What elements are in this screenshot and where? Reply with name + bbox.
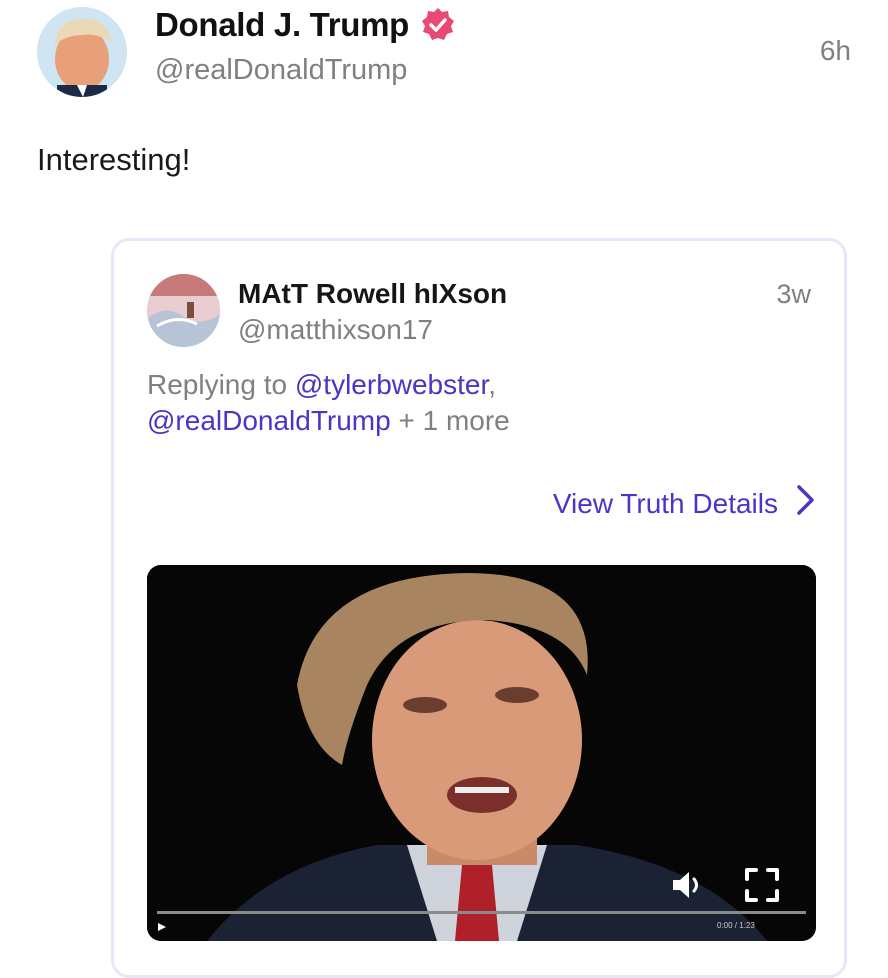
view-truth-details-link[interactable]: View Truth Details [553,484,816,523]
volume-icon[interactable] [669,867,705,903]
play-icon[interactable] [157,919,167,931]
quoted-author-handle[interactable]: @matthixson17 [238,314,433,346]
replying-to-line: Replying to @tylerbwebster, [147,369,496,401]
mention-link-realdonaldtrump[interactable]: @realDonaldTrump [147,405,391,436]
chevron-right-icon [796,484,816,523]
view-truth-details-label: View Truth Details [552,487,778,519]
author-handle[interactable]: @realDonaldTrump [155,54,407,87]
video-player[interactable]: 0:00 / 1:23 [147,565,816,941]
author-avatar[interactable] [37,7,127,97]
fullscreen-icon[interactable] [744,867,780,903]
replying-to-line-2: @realDonaldTrump + 1 more [147,405,510,437]
more-mentions-link[interactable]: + 1 more [391,405,509,436]
mention-link-tylerbwebster[interactable]: @tylerbwebster [295,369,488,400]
quoted-post-card[interactable]: MAtT Rowell hIXson @matthixson17 3w Repl… [111,238,847,978]
quoted-author-name[interactable]: MAtT Rowell hIXson [238,278,507,310]
post-timestamp[interactable]: 6h [820,35,851,67]
author-name-row: Donald J. Trump [155,6,457,44]
video-frame [147,565,816,941]
video-progress-bar[interactable] [157,911,806,914]
replying-to-label: Replying to [147,369,295,400]
post-text: Interesting! [37,142,191,177]
mention-separator: , [488,369,497,400]
author-display-name[interactable]: Donald J. Trump [155,6,409,44]
quoted-author-avatar[interactable] [147,274,220,347]
video-time-readout: 0:00 / 1:23 [717,921,755,930]
verified-badge-icon [419,6,457,44]
quoted-post-timestamp[interactable]: 3w [776,279,811,310]
